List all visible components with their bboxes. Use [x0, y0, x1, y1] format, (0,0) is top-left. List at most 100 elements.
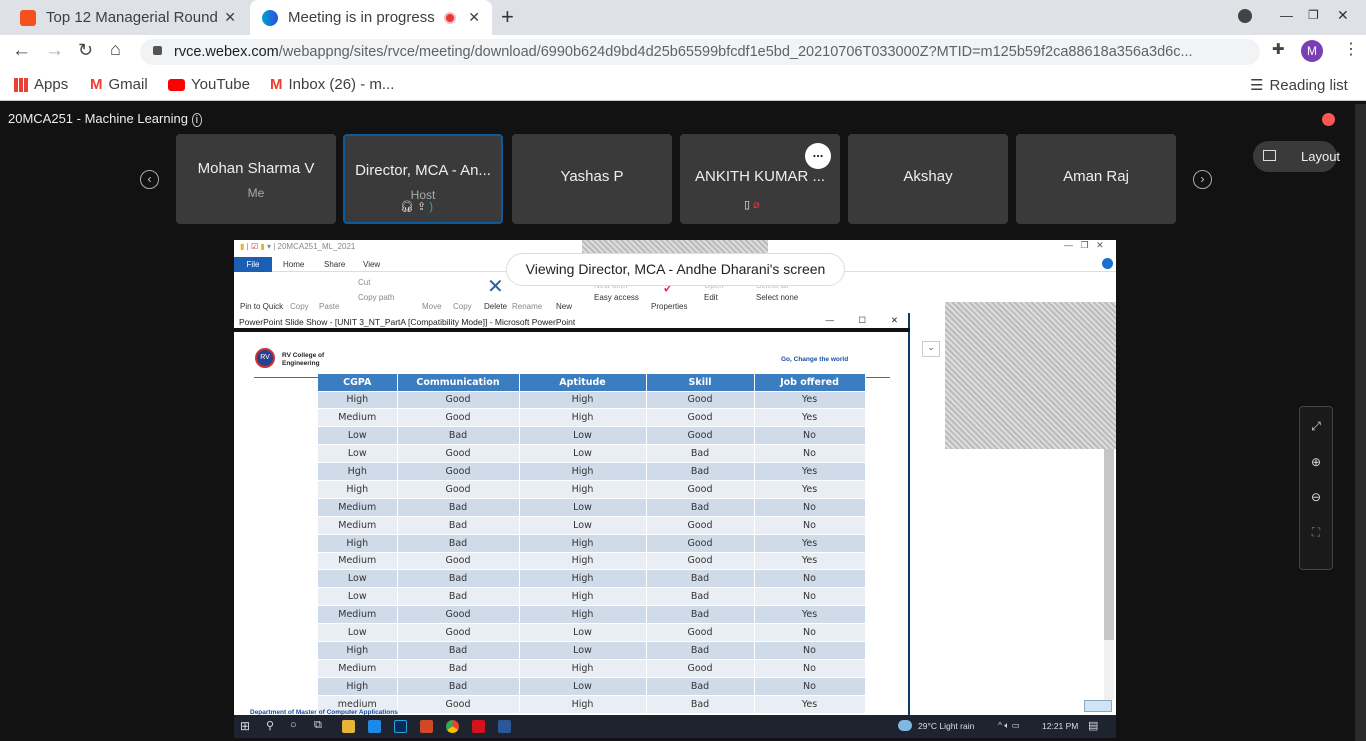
table-row: Hgh Good High Bad Yes — [318, 462, 866, 481]
close-tab-icon[interactable]: ✕ — [468, 9, 480, 26]
close-tab-icon[interactable]: ✕ — [224, 9, 236, 26]
table-cell: Low — [318, 587, 398, 606]
more-options-button[interactable]: ... — [805, 143, 831, 169]
easy-access-button[interactable]: Easy access — [594, 293, 639, 302]
acrobat-icon[interactable] — [472, 720, 485, 733]
page-scrollbar[interactable] — [1355, 104, 1366, 741]
table-row: Medium Bad Low Good No — [318, 515, 866, 535]
copy-button[interactable]: Copy — [290, 302, 309, 311]
table-cell: Bad — [397, 658, 520, 678]
table-cell: Good — [397, 605, 520, 624]
table-cell: High — [519, 533, 647, 553]
view-toggle-icon[interactable] — [1084, 700, 1112, 712]
explorer-tab-file[interactable]: File — [234, 257, 272, 272]
store-icon[interactable] — [368, 720, 381, 733]
dropdown-icon[interactable]: ⌄ — [922, 341, 940, 357]
table-cell: No — [754, 444, 866, 463]
table-cell: Low — [519, 426, 647, 445]
task-view-icon[interactable]: ⧉ — [314, 719, 322, 732]
table-row: High Good High Good Yes — [318, 479, 866, 499]
pin-to-quick-button[interactable]: Pin to Quick — [240, 302, 283, 311]
zoom-out-icon[interactable]: ⊖ — [1300, 490, 1332, 504]
copy-to-button[interactable]: Copy — [453, 302, 472, 311]
rename-button[interactable]: Rename — [512, 302, 542, 311]
search-icon[interactable]: ⚲ — [266, 719, 274, 732]
fit-screen-icon[interactable]: ⛶ — [1300, 525, 1332, 540]
select-none-button[interactable]: Select none — [756, 293, 798, 302]
table-cell: No — [754, 676, 866, 696]
next-participants-button[interactable]: › — [1193, 170, 1212, 189]
participant-tile[interactable]: Akshay — [848, 134, 1008, 224]
table-cell: Good — [397, 479, 520, 499]
table-cell: Low — [318, 623, 398, 642]
participant-tile[interactable]: Yashas P — [512, 134, 672, 224]
explorer-window-controls[interactable]: — ❐ ✕ — [1064, 240, 1104, 251]
zoom-in-icon[interactable]: ⊕ — [1300, 455, 1332, 469]
bookmark-gmail[interactable]: M Gmail — [90, 76, 148, 93]
fullscreen-icon[interactable]: ⤢ — [1300, 419, 1332, 434]
new-tab-button[interactable]: + — [501, 4, 514, 30]
table-cell: High — [519, 390, 647, 409]
back-icon[interactable]: ← — [12, 40, 31, 62]
copy-path-button[interactable]: Copy path — [358, 293, 394, 302]
edit-button[interactable]: Edit — [704, 293, 718, 302]
minimize-icon[interactable]: — — [826, 315, 835, 325]
table-cell: Low — [519, 444, 647, 463]
prev-participants-button[interactable]: ‹ — [140, 170, 159, 189]
properties-button[interactable]: Properties — [651, 302, 687, 311]
help-icon[interactable] — [1102, 258, 1113, 269]
close-icon[interactable]: ✕ — [891, 315, 898, 326]
system-tray-icons[interactable]: ^ 🔈︎ ▭ — [998, 720, 1020, 731]
cut-button[interactable]: Cut — [358, 278, 370, 287]
explorer-tab-view[interactable]: View — [363, 260, 380, 269]
word-icon[interactable] — [498, 720, 511, 733]
youtube-icon — [168, 78, 185, 91]
participant-tile[interactable]: Mohan Sharma V Me — [176, 134, 336, 224]
lock-icon — [153, 46, 162, 55]
webex-icon[interactable] — [394, 720, 407, 733]
windows-start-icon[interactable]: ⊞ — [240, 719, 250, 733]
minimize-icon[interactable]: — — [1280, 8, 1293, 23]
address-bar[interactable]: rvce.webex.com/webappng/sites/rvce/meeti… — [140, 39, 1260, 65]
forward-icon[interactable]: → — [45, 40, 64, 62]
table-cell: Bad — [646, 676, 755, 696]
reload-icon[interactable]: ↻ — [78, 40, 93, 61]
weather-text[interactable]: 29°C Light rain — [918, 721, 974, 731]
file-explorer-icon[interactable] — [342, 720, 355, 733]
explorer-tab-home[interactable]: Home — [283, 260, 304, 269]
bookmark-youtube[interactable]: YouTube — [168, 76, 250, 93]
chrome-icon[interactable] — [446, 720, 459, 733]
participant-tile-host[interactable]: Director, MCA - An... Host 🎧︎ ⇪ ) — [343, 134, 503, 224]
extensions-icon[interactable]: ✚ — [1272, 40, 1285, 58]
delete-button[interactable]: Delete — [484, 302, 507, 311]
move-button[interactable]: Move — [422, 302, 442, 311]
notifications-icon[interactable]: ▤ — [1088, 719, 1098, 732]
explorer-tab-share[interactable]: Share — [324, 260, 345, 269]
maximize-icon[interactable]: ☐ — [858, 315, 866, 326]
bookmark-apps[interactable]: Apps — [14, 76, 68, 93]
info-icon[interactable]: i — [191, 113, 203, 127]
profile-avatar[interactable]: M — [1301, 40, 1323, 62]
table-cell: Bad — [397, 569, 520, 588]
webex-icon — [262, 9, 278, 26]
participant-tile[interactable]: Aman Raj — [1016, 134, 1176, 224]
bookmark-inbox[interactable]: M Inbox (26) - m... — [270, 76, 394, 93]
table-cell: High — [519, 587, 647, 606]
reading-list-button[interactable]: ☰ Reading list — [1250, 76, 1348, 95]
tab-top-12-managerial[interactable]: Top 12 Managerial Round ✕ — [8, 0, 248, 35]
home-icon[interactable]: ⌂ — [110, 39, 121, 60]
clock[interactable]: 12:21 PM — [1042, 721, 1078, 731]
layout-button[interactable]: Layout — [1253, 141, 1340, 172]
powerpoint-icon[interactable] — [420, 720, 433, 733]
tab-meeting[interactable]: Meeting is in progress ✕ — [250, 0, 492, 35]
table-cell: Good — [397, 444, 520, 463]
paste-button[interactable]: Paste — [319, 302, 339, 311]
participant-tile[interactable]: ANKITH KUMAR ... ... ▯ ⌀ — [680, 134, 840, 224]
restore-icon[interactable]: ❐ — [1308, 8, 1319, 22]
cortana-icon[interactable]: ○ — [290, 719, 297, 731]
meeting-title[interactable]: 20MCA251 - Machine Learning i — [8, 111, 203, 127]
close-window-icon[interactable]: ✕ — [1337, 7, 1349, 24]
tab-search-icon[interactable] — [1238, 9, 1252, 23]
menu-icon[interactable]: ⋮ — [1343, 39, 1359, 59]
new-folder-button[interactable]: New — [556, 302, 572, 311]
